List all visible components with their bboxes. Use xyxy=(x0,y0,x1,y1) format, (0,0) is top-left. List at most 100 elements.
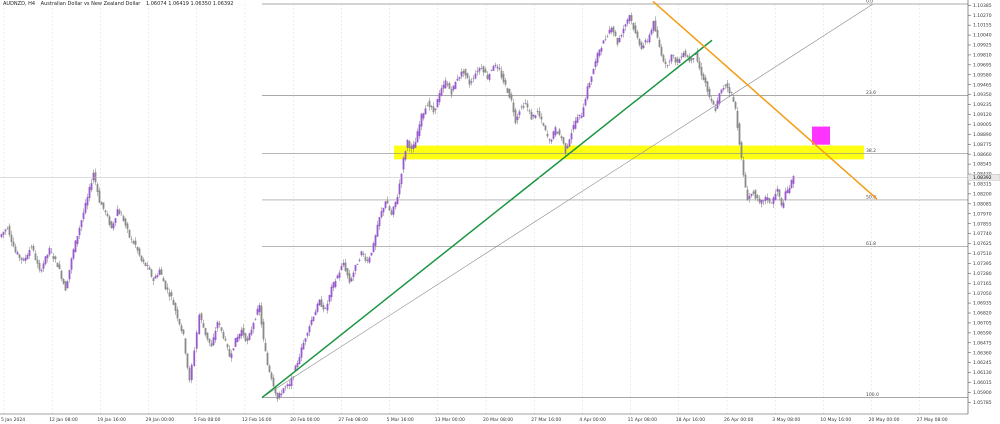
bull-candle xyxy=(788,187,791,194)
bull-candle xyxy=(598,49,601,56)
bear-candle xyxy=(462,70,465,74)
bear-candle xyxy=(528,110,531,112)
bear-candle xyxy=(180,325,183,331)
bull-candle xyxy=(460,71,463,77)
bull-candle xyxy=(112,223,115,229)
bear-candle xyxy=(640,42,643,50)
bear-candle xyxy=(780,198,783,206)
price-chart[interactable]: 0.023.638.250.061.8100.0 1.103851.102701… xyxy=(0,0,1000,424)
bear-candle xyxy=(522,105,525,108)
bull-candle xyxy=(72,249,75,259)
bull-candle xyxy=(552,131,555,139)
bear-candle xyxy=(104,210,107,213)
bear-candle xyxy=(556,131,559,134)
bull-candle xyxy=(648,34,651,43)
time-tick-label: 20 Mar 08:00 xyxy=(483,417,513,423)
bear-candle xyxy=(150,269,153,277)
price-tick-label: 1.05785 xyxy=(973,400,992,406)
bull-candle xyxy=(252,322,255,330)
bull-candle xyxy=(790,179,793,189)
bull-candle xyxy=(326,303,329,311)
bear-candle xyxy=(740,142,743,158)
candles xyxy=(0,12,795,402)
bear-candle xyxy=(546,133,549,137)
price-tick-label: 1.07625 xyxy=(973,241,992,247)
bear-candle xyxy=(208,338,211,343)
current-price-label: 1.08392 xyxy=(973,175,992,181)
bull-candle xyxy=(776,188,779,192)
bear-candle xyxy=(172,299,175,305)
bull-candle xyxy=(718,93,721,104)
fibonacci-retracement[interactable]: 0.023.638.250.061.8100.0 xyxy=(262,0,968,398)
bear-candle xyxy=(18,254,21,258)
bull-candle xyxy=(16,252,19,255)
bear-candle xyxy=(264,342,267,352)
bull-candle xyxy=(396,196,399,205)
bear-candle xyxy=(124,218,127,226)
bear-candle xyxy=(14,246,17,253)
bear-candle xyxy=(128,229,131,238)
bear-candle xyxy=(752,191,755,194)
bull-candle xyxy=(570,133,573,140)
bear-candle xyxy=(262,321,265,340)
price-tick-label: 1.08315 xyxy=(973,182,992,188)
bull-candle xyxy=(258,305,261,313)
bear-candle xyxy=(758,198,761,203)
bear-candle xyxy=(738,123,741,145)
bear-candle xyxy=(8,225,11,235)
bear-candle xyxy=(134,240,137,246)
bear-candle xyxy=(646,41,649,42)
bear-candle xyxy=(386,200,389,204)
bear-candle xyxy=(712,101,715,105)
price-tick-label: 1.09810 xyxy=(973,53,992,59)
bear-candle xyxy=(538,111,541,117)
bull-candle xyxy=(154,276,157,279)
price-axis[interactable]: 1.10385 1.10270 1.10155 1.10040 1.09925 1.098… xyxy=(0,0,1000,415)
bull-candle xyxy=(750,193,753,196)
support-zone-layer xyxy=(394,126,864,160)
bull-candle xyxy=(584,99,587,106)
time-axis[interactable]: 5 Jan 2024 12 Jan 08:00 19 Jan 16:00 29 Jan… xyxy=(1,417,948,423)
bear-candle xyxy=(562,137,565,144)
bull-candle xyxy=(760,199,763,204)
fib-level-label: 100.0 xyxy=(866,392,879,398)
bull-candle xyxy=(588,82,591,88)
bear-candle xyxy=(364,256,367,261)
bull-candle xyxy=(766,197,769,200)
bear-candle xyxy=(320,299,323,307)
fib-level-label: 0.0 xyxy=(866,0,873,5)
bull-candle xyxy=(590,76,593,83)
bull-candle xyxy=(26,254,29,260)
bear-candle xyxy=(362,253,365,255)
bull-candle xyxy=(474,73,477,79)
bear-candle xyxy=(268,365,271,373)
bull-candle xyxy=(114,218,117,223)
bull-candle xyxy=(284,386,287,388)
bull-candle xyxy=(398,183,401,195)
time-tick-label: 3 May 08:00 xyxy=(772,417,800,423)
bear-candle xyxy=(160,269,163,275)
bull-candle xyxy=(576,117,579,123)
bull-candle xyxy=(424,108,427,115)
bull-candle xyxy=(310,319,313,325)
bear-candle xyxy=(162,278,165,282)
bull-candle xyxy=(608,29,611,34)
bull-candle xyxy=(772,197,775,204)
bull-candle xyxy=(578,114,581,117)
bull-candle xyxy=(2,231,5,235)
bull-candle xyxy=(296,363,299,367)
price-tick-label: 1.09235 xyxy=(973,102,992,108)
bear-candle xyxy=(754,190,757,199)
bear-candle xyxy=(12,241,15,247)
bull-candle xyxy=(360,251,363,256)
price-tick-label: 1.09120 xyxy=(973,112,992,118)
bear-candle xyxy=(98,190,101,203)
bull-candle xyxy=(412,144,415,149)
bear-candle xyxy=(466,73,469,79)
bear-candle xyxy=(656,30,659,38)
bear-candle xyxy=(540,116,543,120)
bull-candle xyxy=(600,47,603,52)
bull-candle xyxy=(406,139,409,148)
price-tick-label: 1.10040 xyxy=(973,33,992,39)
bull-candle xyxy=(306,332,309,336)
